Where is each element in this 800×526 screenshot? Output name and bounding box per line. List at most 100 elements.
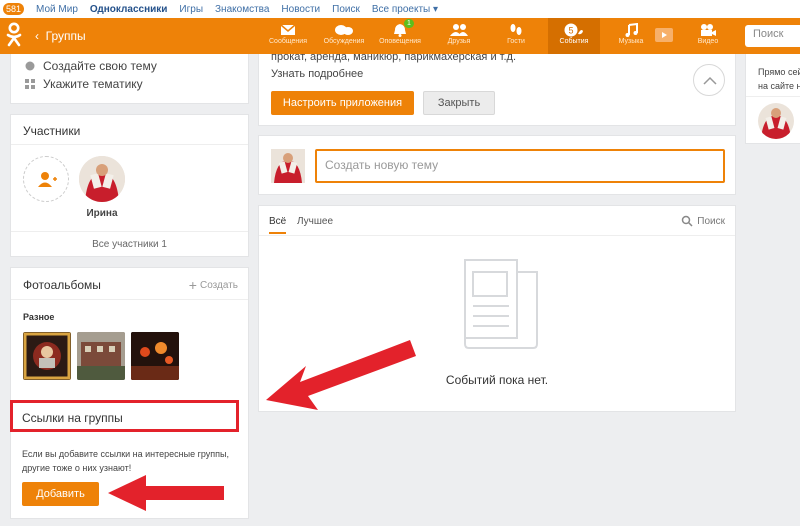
invite-member-button[interactable]: [23, 156, 69, 202]
nav-label: Гости: [507, 38, 525, 45]
portal-link-all-projects[interactable]: Все проекты ▾: [372, 4, 438, 15]
members-title: Участники: [23, 124, 81, 138]
annotation-arrow-diagonal-icon: [266, 340, 416, 410]
nav-label: События: [559, 38, 589, 45]
online-now-line: Прямо сей: [758, 67, 800, 77]
friends-icon: [450, 24, 468, 36]
user-avatar: [271, 149, 305, 183]
close-promo-button[interactable]: Закрыть: [423, 91, 495, 115]
ok-logo-icon[interactable]: [6, 22, 22, 48]
nav-video[interactable]: Видео: [682, 18, 734, 54]
divider: [259, 235, 735, 236]
tags-grid-icon: [25, 79, 35, 89]
setup-apps-button[interactable]: Настроить приложения: [271, 91, 414, 115]
links-description: Если вы добавите ссылки на интересные гр…: [22, 447, 229, 475]
portal-link-search[interactable]: Поиск: [332, 4, 360, 15]
events-count: 5: [568, 26, 573, 36]
create-album-label: Создать: [199, 279, 238, 291]
speech-bubble-icon: [25, 61, 35, 71]
play-icon: [662, 32, 667, 38]
events-icon: 5: [564, 23, 583, 37]
avatar-picture: [758, 103, 794, 139]
member-name[interactable]: Ирина: [71, 208, 133, 219]
member-avatar[interactable]: [79, 156, 125, 202]
promo-text: прокат, аренда, маникюр, парикмахерская …: [271, 51, 516, 63]
photo-image: [77, 332, 125, 380]
portal-link-games[interactable]: Игры: [179, 4, 203, 15]
photo-albums-title: Фотоальбомы: [23, 278, 101, 292]
portal-link-dating[interactable]: Знакомства: [215, 4, 269, 15]
portal-link-news[interactable]: Новости: [281, 4, 320, 15]
divider: [11, 299, 248, 300]
members-panel: Участники Ирина Все участники 1: [10, 114, 249, 257]
back-label: Группы: [45, 29, 86, 43]
create-topic-link[interactable]: Создайте свою тему: [25, 59, 157, 73]
apps-promo-panel: прокат, аренда, маникюр, парикмахерская …: [258, 51, 736, 126]
top-portal-bar: 581 Мой Мир Одноклассники Игры Знакомств…: [0, 0, 800, 18]
nav-music[interactable]: Музыка: [605, 18, 657, 54]
photo-image: [23, 332, 71, 380]
all-members-link[interactable]: Все участники 1: [11, 239, 248, 250]
avatar-picture: [271, 149, 305, 183]
set-topic-label: Укажите тематику: [43, 77, 143, 91]
learn-more-link[interactable]: Узнать подробнее: [271, 68, 363, 80]
envelope-icon: [280, 24, 296, 35]
footprints-icon: [510, 24, 522, 35]
nav-label: Обсуждения: [323, 38, 365, 45]
music-note-icon: [625, 23, 638, 37]
create-topic-label: Создайте свою тему: [43, 59, 157, 73]
nav-label: Сообщения: [269, 38, 307, 45]
nav-label: Видео: [697, 38, 719, 45]
chevron-up-icon: [703, 76, 717, 85]
new-topic-panel: Создать новую тему: [258, 135, 736, 195]
nav-label: Друзья: [447, 38, 471, 45]
divider: [11, 144, 248, 145]
portal-link-odnoklassniki[interactable]: Одноклассники: [90, 4, 168, 15]
back-to-groups-link[interactable]: ‹ Группы: [35, 29, 86, 43]
nav-events[interactable]: 5 События: [548, 18, 600, 54]
right-online-panel: Прямо сей на сайте н: [745, 54, 800, 144]
video-camera-icon: [701, 24, 716, 36]
search-icon: [682, 215, 693, 227]
divider: [746, 96, 800, 97]
add-user-icon: [38, 172, 57, 187]
nav-guests[interactable]: Гости: [490, 18, 542, 54]
set-topic-link[interactable]: Укажите тематику: [25, 77, 143, 91]
chevron-left-icon: ‹: [35, 29, 39, 43]
nav-notifications[interactable]: 1 Оповещения: [374, 18, 426, 54]
photo-image: [131, 332, 179, 380]
links-title: Ссылки на группы: [22, 411, 123, 425]
main-header: ‹ Группы Сообщения Обсуждения 1 Оповещен…: [0, 18, 800, 54]
online-now-line: на сайте н: [758, 81, 800, 91]
album-name[interactable]: Разное: [23, 312, 54, 322]
mail-count-badge[interactable]: 581: [3, 3, 25, 15]
new-topic-input[interactable]: Создать новую тему: [315, 149, 725, 183]
feed-search-label: Поиск: [697, 215, 725, 227]
photo-thumbnail[interactable]: [77, 332, 125, 380]
links-description-line: Если вы добавите ссылки на интересные гр…: [22, 449, 230, 459]
add-link-button[interactable]: Добавить: [22, 482, 99, 506]
tab-best[interactable]: Лучшее: [297, 216, 333, 227]
collapse-promo-button[interactable]: [693, 64, 725, 96]
photo-thumbnail[interactable]: [23, 332, 71, 380]
empty-newspaper-icon: [464, 259, 538, 349]
online-now-text: Прямо сей на сайте н: [758, 65, 800, 93]
create-album-button[interactable]: + Создать: [189, 277, 238, 293]
topic-actions-panel: Создайте свою тему Укажите тематику: [10, 54, 249, 104]
notifications-badge: 1: [404, 19, 414, 28]
divider: [11, 231, 248, 232]
chat-bubbles-icon: [335, 25, 353, 35]
photo-thumbnail[interactable]: [131, 332, 179, 380]
nav-friends[interactable]: Друзья: [433, 18, 485, 54]
plus-icon: +: [188, 277, 197, 293]
nav-discussions[interactable]: Обсуждения: [318, 18, 370, 54]
online-user-avatar[interactable]: [758, 103, 794, 139]
music-play-button[interactable]: [655, 28, 673, 42]
header-search-input[interactable]: Поиск: [745, 25, 800, 47]
nav-messages[interactable]: Сообщения: [262, 18, 314, 54]
nav-label: Музыка: [618, 38, 644, 45]
feed-search-button[interactable]: Поиск: [681, 215, 725, 227]
nav-label: Оповещения: [379, 38, 421, 45]
portal-link-moy-mir[interactable]: Мой Мир: [36, 4, 78, 15]
tab-all[interactable]: Всё: [269, 216, 287, 234]
